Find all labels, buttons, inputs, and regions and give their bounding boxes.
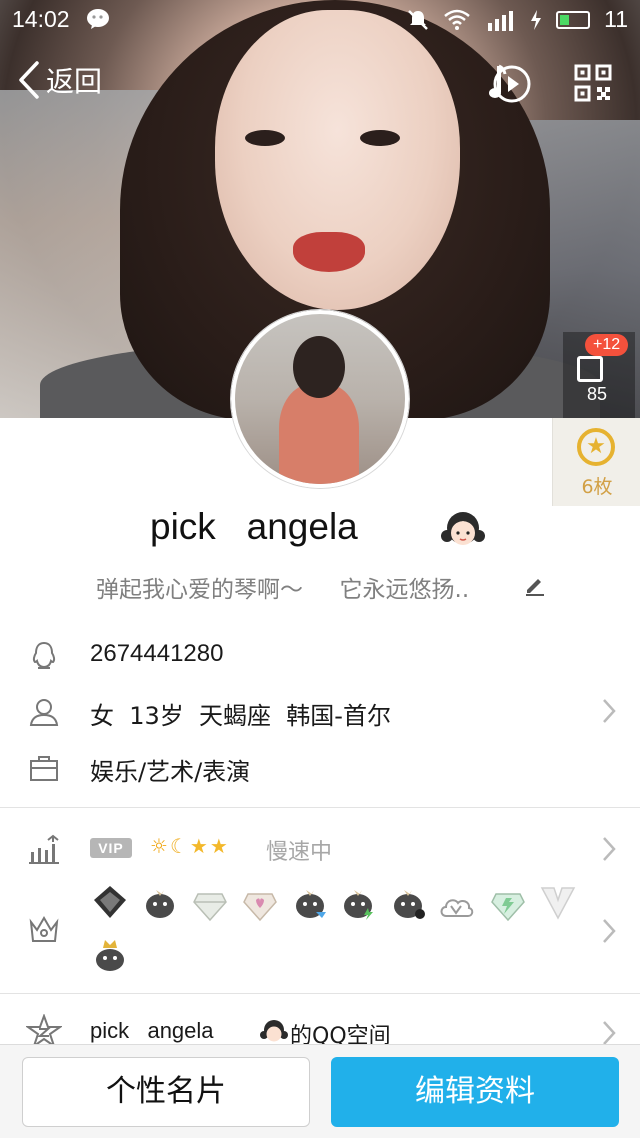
vip-badge: VIP (90, 838, 132, 858)
status-bar: 14:02 11 (0, 0, 640, 40)
medals-widget[interactable]: ★ 6枚 (552, 418, 640, 506)
moon-icon: ☾ (169, 834, 188, 858)
level-icons: ☼ ☾ ★ ★ (150, 834, 228, 858)
penguin-black-badge-icon (394, 890, 425, 919)
mute-icon (408, 9, 428, 30)
qzone-owner-name: pick angela (90, 1018, 214, 1043)
profile-name: pick angela (150, 506, 358, 547)
penguin-icon (32, 641, 56, 669)
wechat-icon (87, 9, 109, 29)
heart-diamond-badge-icon (243, 893, 277, 922)
penguin-crown-badge-icon (96, 940, 124, 971)
penguin-badge-icon (146, 890, 174, 918)
battery-icon (556, 10, 591, 29)
charging-icon (531, 9, 542, 30)
chevron-right-icon (603, 919, 616, 943)
white-diamond-badge-icon (193, 893, 227, 922)
penguin-blue-badge-icon (296, 890, 326, 918)
personal-card-button[interactable]: 个性名片 (22, 1057, 310, 1127)
likes-widget[interactable]: +12 85 (563, 332, 635, 418)
person-icon (29, 699, 59, 726)
section-divider (0, 993, 640, 994)
cloud-v-badge-icon (440, 899, 474, 917)
edit-pen-icon[interactable] (524, 574, 546, 596)
crown-icon (29, 916, 59, 942)
back-button[interactable]: 返回 (18, 60, 102, 100)
level-chart-icon (29, 834, 59, 864)
qr-code-icon[interactable] (574, 64, 612, 102)
wifi-icon (444, 9, 470, 30)
white-v-badge-icon (540, 887, 576, 920)
qzone-row[interactable]: pick angela 的QQ空间 (0, 1008, 640, 1049)
status-time: 14:02 (12, 6, 70, 32)
avatar[interactable] (231, 310, 409, 488)
star-icon: ★ (189, 834, 208, 858)
girl-emoji-icon (441, 512, 485, 545)
penguin-green-badge-icon (344, 890, 373, 920)
bottom-action-bar: 个性名片 编辑资料 (0, 1044, 640, 1138)
qzone-star-icon (26, 1014, 62, 1048)
sun-icon: ☼ (150, 834, 168, 858)
vip-level-row[interactable]: VIP ☼ ☾ ★ ★ 慢速中 (0, 826, 640, 872)
name-row: pick angela (0, 500, 640, 560)
chevron-right-icon (603, 1021, 616, 1045)
badges-row[interactable] (0, 880, 640, 980)
green-diamond-badge-icon (491, 893, 525, 922)
speed-status: 慢速中 (266, 840, 333, 865)
signal-icon (488, 10, 514, 31)
new-likes-badge: +12 (585, 334, 629, 356)
black-diamond-badge-icon (94, 886, 126, 918)
personal-info-row[interactable]: 女 13岁 天蝎座 韩国-首尔 (0, 686, 640, 740)
likes-count: 85 (586, 384, 608, 404)
girl-emoji-icon (260, 1020, 288, 1042)
star-icon: ★ (209, 834, 228, 858)
music-icon[interactable] (486, 62, 532, 106)
briefcase-icon (30, 756, 58, 781)
personal-info: 女 13岁 天蝎座 韩国-首尔 (90, 702, 391, 730)
medal-star-icon: ★ (577, 428, 615, 466)
occupation-row: 娱乐/艺术/表演 (0, 742, 640, 796)
like-icon (577, 356, 603, 382)
occupation: 娱乐/艺术/表演 (90, 758, 251, 786)
signature-text: 弹起我心爱的琴啊～ 它永远悠扬.. (96, 577, 470, 603)
chevron-left-icon (19, 61, 39, 99)
edit-profile-button[interactable]: 编辑资料 (331, 1057, 619, 1127)
chevron-right-icon (603, 699, 616, 723)
battery-percent: 11 (604, 6, 628, 32)
qq-number-row: 2674441280 (0, 630, 640, 684)
chevron-right-icon (603, 837, 616, 861)
medals-count: 6枚 (581, 476, 613, 498)
profile-page: 14:02 11 返回 +12 85 ★ 6枚 pick angela 弹起我心… (0, 0, 640, 1138)
section-divider (0, 807, 640, 808)
signature-row[interactable]: 弹起我心爱的琴啊～ 它永远悠扬.. (0, 566, 640, 603)
back-label: 返回 (46, 65, 103, 98)
qq-number: 2674441280 (90, 640, 224, 667)
